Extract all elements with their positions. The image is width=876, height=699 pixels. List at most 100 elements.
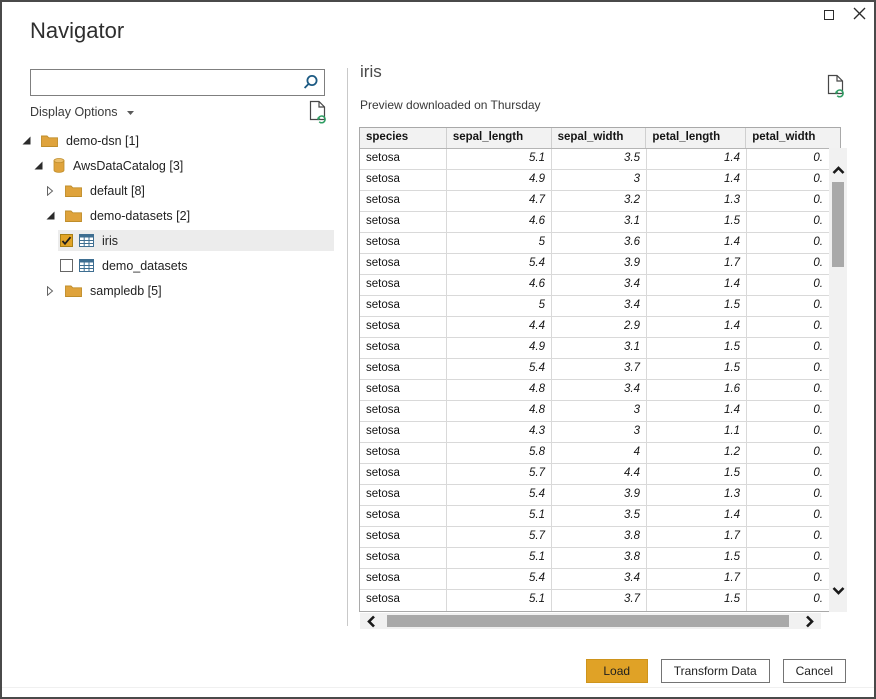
table-cell: 4.4 — [447, 317, 552, 337]
table-cell: 1.7 — [647, 569, 747, 589]
folder-icon — [65, 284, 82, 297]
table-cell: 1.5 — [647, 548, 747, 568]
table-cell: 1.4 — [647, 401, 747, 421]
table-cell: setosa — [360, 254, 447, 274]
tree-item-demo-dsn[interactable]: demo-dsn [1] — [8, 128, 334, 153]
table-cell: 4.6 — [447, 212, 552, 232]
table-cell: 5.4 — [447, 569, 552, 589]
table-cell: 3.8 — [552, 548, 647, 568]
tree-item-sampledb[interactable]: sampledb [5] — [8, 278, 334, 303]
load-button[interactable]: Load — [586, 659, 648, 683]
options-row: Display Options — [30, 99, 327, 125]
table-cell: setosa — [360, 506, 447, 526]
table-cell: 3.7 — [552, 359, 647, 379]
table-cell: 0. — [747, 590, 830, 611]
table-cell: 0. — [747, 527, 830, 547]
scroll-left-icon[interactable] — [367, 615, 376, 633]
table-cell: 3.7 — [552, 590, 647, 611]
preview-table: speciessepal_lengthsepal_widthpetal_leng… — [359, 127, 841, 612]
transform-data-button[interactable]: Transform Data — [661, 659, 770, 683]
display-options-label: Display Options — [30, 105, 118, 119]
scroll-up-icon[interactable] — [832, 162, 845, 180]
table-cell: 1.4 — [647, 149, 747, 169]
table-cell: 4.6 — [447, 275, 552, 295]
table-cell: 5.1 — [447, 590, 552, 611]
tree-item-label: demo_datasets — [102, 259, 187, 273]
expand-arrow-icon[interactable] — [46, 186, 59, 196]
table-cell: 1.4 — [647, 233, 747, 253]
footer-separator — [2, 687, 874, 688]
tree-item-label: AwsDataCatalog [3] — [73, 159, 183, 173]
maximize-button[interactable] — [820, 6, 838, 24]
table-cell: 0. — [747, 506, 830, 526]
column-header-petal_length: petal_length — [646, 128, 746, 148]
table-cell: 3.8 — [552, 527, 647, 547]
table-cell: setosa — [360, 149, 447, 169]
scroll-right-icon[interactable] — [805, 615, 814, 633]
table-cell: setosa — [360, 317, 447, 337]
expand-arrow-icon[interactable] — [46, 286, 59, 296]
close-icon — [853, 7, 866, 23]
vertical-scrollbar-thumb[interactable] — [832, 182, 844, 267]
display-options-dropdown[interactable]: Display Options — [30, 105, 135, 119]
tree-row-content: iris — [58, 230, 334, 251]
table-cell: 5.7 — [447, 527, 552, 547]
table-cell: setosa — [360, 443, 447, 463]
table-icon — [79, 259, 94, 272]
tree-item-AwsDataCatalog[interactable]: AwsDataCatalog [3] — [8, 153, 334, 178]
table-cell: 1.5 — [647, 338, 747, 358]
column-header-petal_width: petal_width — [746, 128, 840, 148]
table-cell: 1.7 — [647, 254, 747, 274]
search-icon[interactable] — [296, 70, 324, 95]
horizontal-scrollbar-thumb[interactable] — [387, 615, 789, 627]
table-row: setosa53.41.50. — [360, 296, 840, 317]
scroll-down-icon[interactable] — [832, 582, 845, 600]
collapse-arrow-icon[interactable] — [34, 161, 47, 170]
preview-refresh-icon[interactable] — [826, 74, 845, 103]
table-cell: 0. — [747, 296, 830, 316]
tree-item-iris[interactable]: iris — [8, 228, 334, 253]
table-cell: 1.5 — [647, 296, 747, 316]
table-cell: 5.7 — [447, 464, 552, 484]
tree-item-demo-datasets[interactable]: demo-datasets [2] — [8, 203, 334, 228]
table-cell: 3.5 — [552, 506, 647, 526]
table-cell: 4.3 — [447, 422, 552, 442]
tree-item-default[interactable]: default [8] — [8, 178, 334, 203]
table-cell: 0. — [747, 443, 830, 463]
table-cell: 5.4 — [447, 359, 552, 379]
table-cell: 0. — [747, 212, 830, 232]
table-cell: setosa — [360, 548, 447, 568]
window-controls — [820, 6, 868, 24]
close-button[interactable] — [850, 6, 868, 24]
table-row: setosa4.93.11.50. — [360, 338, 840, 359]
table-cell: setosa — [360, 401, 447, 421]
table-cell: setosa — [360, 422, 447, 442]
table-cell: 0. — [747, 485, 830, 505]
collapse-arrow-icon[interactable] — [22, 136, 35, 145]
panel-divider — [347, 68, 348, 626]
horizontal-scrollbar[interactable] — [360, 613, 821, 629]
cancel-button[interactable]: Cancel — [783, 659, 846, 683]
table-cell: 0. — [747, 464, 830, 484]
table-cell: 1.6 — [647, 380, 747, 400]
tree-item-demo_datasets[interactable]: demo_datasets — [8, 253, 334, 278]
table-cell: setosa — [360, 170, 447, 190]
table-cell: setosa — [360, 233, 447, 253]
checkbox-checked[interactable] — [60, 234, 73, 247]
column-header-sepal_width: sepal_width — [552, 128, 647, 148]
vertical-scrollbar[interactable] — [829, 148, 847, 612]
column-header-species: species — [360, 128, 447, 148]
table-row: setosa5.43.71.50. — [360, 359, 840, 380]
table-cell: setosa — [360, 275, 447, 295]
checkbox-unchecked[interactable] — [60, 259, 73, 272]
search-input[interactable] — [31, 70, 296, 95]
chevron-down-icon — [126, 105, 135, 119]
collapse-arrow-icon[interactable] — [46, 211, 59, 220]
refresh-icon[interactable] — [308, 100, 327, 124]
table-row: setosa5.43.41.70. — [360, 569, 840, 590]
table-row: setosa4.331.10. — [360, 422, 840, 443]
table-cell: 5.8 — [447, 443, 552, 463]
table-row: setosa53.61.40. — [360, 233, 840, 254]
table-cell: setosa — [360, 569, 447, 589]
table-cell: 1.4 — [647, 275, 747, 295]
